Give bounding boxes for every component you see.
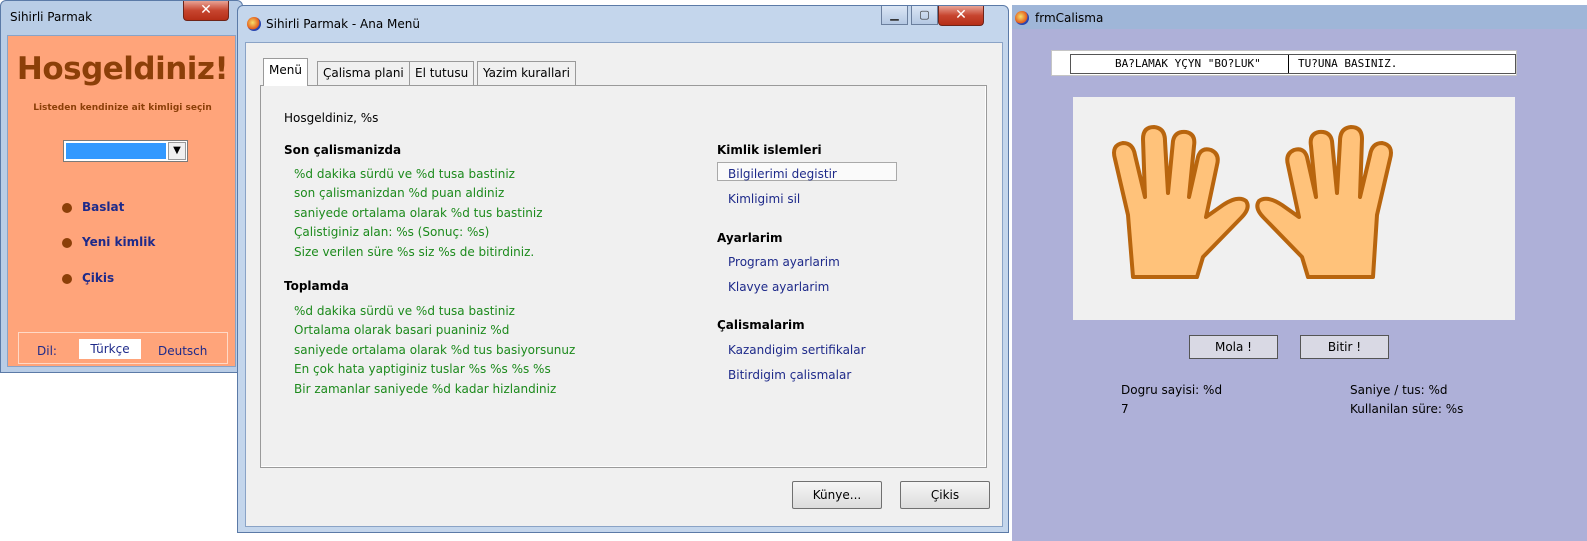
correct-count-value: 7 (1121, 402, 1129, 416)
app-logo-icon (247, 17, 261, 31)
bullet-icon (62, 274, 72, 284)
minimize-icon[interactable]: ▁ (881, 6, 908, 25)
identity-select-value (66, 143, 166, 159)
certificates-link[interactable]: Kazandigim sertifikalar (728, 343, 866, 357)
finish-button[interactable]: Bitir ! (1300, 335, 1389, 359)
right-hand-icon (1255, 125, 1393, 279)
hands-illustration (1112, 125, 1393, 279)
bullet-icon (62, 238, 72, 248)
login-client: Hosgeldiniz! Listeden kendinize ait kiml… (7, 35, 236, 367)
total-line: saniyede ortalama olarak %d tus basiyors… (294, 343, 576, 357)
welcome-subheading: Listeden kendinize ait kimligi seçin (33, 103, 212, 113)
total-line: %d dakika sürdü ve %d tusa bastiniz (294, 304, 515, 318)
tab-work-plan[interactable]: Çalisma plani (317, 61, 410, 85)
main-client: Menü Çalisma plani El tutusu Yazim kural… (245, 42, 1003, 527)
prompt-text-part2: TU?UNA BASINIZ. (1298, 57, 1398, 70)
exit-link-label: Çikis (82, 271, 115, 285)
main-titlebar[interactable]: Sihirli Parmak - Ana Menü ▁ ▢ ✕ (238, 6, 1008, 38)
start-link[interactable]: Baslat (62, 200, 125, 214)
login-window: Sihirli Parmak ✕ Hosgeldiniz! Listeden k… (0, 0, 243, 373)
total-heading: Toplamda (284, 279, 349, 293)
start-link-label: Baslat (82, 200, 125, 214)
tab-menu[interactable]: Menü (263, 58, 308, 86)
hands-image (1073, 97, 1515, 320)
identity-select[interactable]: ▼ (63, 140, 188, 162)
last-session-line: Size verilen süre %s siz %s de bitirdini… (294, 245, 535, 259)
left-hand-icon (1112, 125, 1250, 279)
works-heading: Çalismalarim (717, 318, 805, 332)
prompt-panel: BA?LAMAK YÇYN "BO?LUK" TU?UNA BASINIZ. (1051, 50, 1517, 76)
identity-ops-heading: Kimlik islemleri (717, 143, 822, 157)
login-window-title: Sihirli Parmak (10, 10, 93, 24)
language-option-turkish[interactable]: Türkçe (79, 339, 141, 359)
edit-info-link[interactable]: Bilgilerimi degistir (728, 167, 837, 181)
total-line: En çok hata yaptiginiz tuslar %s %s %s %… (294, 362, 551, 376)
chevron-down-icon[interactable]: ▼ (168, 142, 186, 160)
prompt-text-part1: BA?LAMAK YÇYN "BO?LUK" (1115, 57, 1261, 70)
last-session-heading: Son çalismanizda (284, 143, 402, 157)
close-icon[interactable]: ✕ (938, 6, 984, 26)
finished-works-link[interactable]: Bitirdigim çalismalar (728, 368, 851, 382)
main-window-title: Sihirli Parmak - Ana Menü (266, 17, 420, 31)
last-session-line: son çalismanizdan %d puan aldiniz (294, 186, 505, 200)
language-option-german[interactable]: Deutsch (158, 344, 207, 358)
last-session-line: %d dakika sürdü ve %d tusa bastiniz (294, 167, 515, 181)
settings-heading: Ayarlarim (717, 231, 783, 245)
new-identity-link-label: Yeni kimlik (82, 235, 156, 249)
text-cursor (1288, 55, 1289, 73)
bullet-icon (62, 203, 72, 213)
new-identity-link[interactable]: Yeni kimlik (62, 235, 156, 249)
delete-identity-link[interactable]: Kimligimi sil (728, 192, 800, 206)
practice-window: frmCalisma BA?LAMAK YÇYN "BO?LUK" TU?UNA… (1012, 5, 1587, 541)
language-label: Dil: (37, 344, 57, 358)
maximize-icon[interactable]: ▢ (911, 6, 938, 25)
exit-button[interactable]: Çikis (900, 481, 990, 509)
keyboard-settings-link[interactable]: Klavye ayarlarim (728, 280, 829, 294)
about-button[interactable]: Künye... (792, 481, 882, 509)
seconds-per-key-label: Saniye / tus: %d (1350, 383, 1448, 397)
correct-count-label: Dogru sayisi: %d (1121, 383, 1223, 397)
login-titlebar[interactable]: Sihirli Parmak ✕ (1, 1, 242, 35)
main-menu-window: Sihirli Parmak - Ana Menü ▁ ▢ ✕ Menü Çal… (237, 5, 1009, 533)
practice-window-title: frmCalisma (1035, 11, 1104, 25)
welcome-text: Hosgeldiniz, %s (284, 111, 379, 125)
welcome-heading: Hosgeldiniz! (16, 51, 229, 87)
used-time-label: Kullanilan süre: %s (1350, 402, 1464, 416)
exit-link[interactable]: Çikis (62, 271, 115, 285)
total-line: Ortalama olarak basari puaniniz %d (294, 323, 510, 337)
menu-tab-panel: Hosgeldiniz, %s Son çalismanizda %d daki… (260, 85, 987, 468)
tab-hand-position[interactable]: El tutusu (409, 61, 475, 85)
practice-titlebar[interactable]: frmCalisma (1012, 5, 1587, 29)
language-selector: Dil: Türkçe Deutsch (18, 332, 228, 364)
app-logo-icon (1015, 11, 1029, 25)
tab-writing-rules[interactable]: Yazim kurallari (477, 61, 576, 85)
program-settings-link[interactable]: Program ayarlarim (728, 255, 840, 269)
last-session-line: saniyede ortalama olarak %d tus bastiniz (294, 206, 543, 220)
pause-button[interactable]: Mola ! (1189, 335, 1278, 359)
last-session-line: Çalistiginiz alan: %s (Sonuç: %s) (294, 225, 490, 239)
close-icon[interactable]: ✕ (183, 1, 229, 21)
total-line: Bir zamanlar saniyede %d kadar hizlandin… (294, 382, 557, 396)
typing-prompt[interactable]: BA?LAMAK YÇYN "BO?LUK" TU?UNA BASINIZ. (1070, 54, 1516, 74)
